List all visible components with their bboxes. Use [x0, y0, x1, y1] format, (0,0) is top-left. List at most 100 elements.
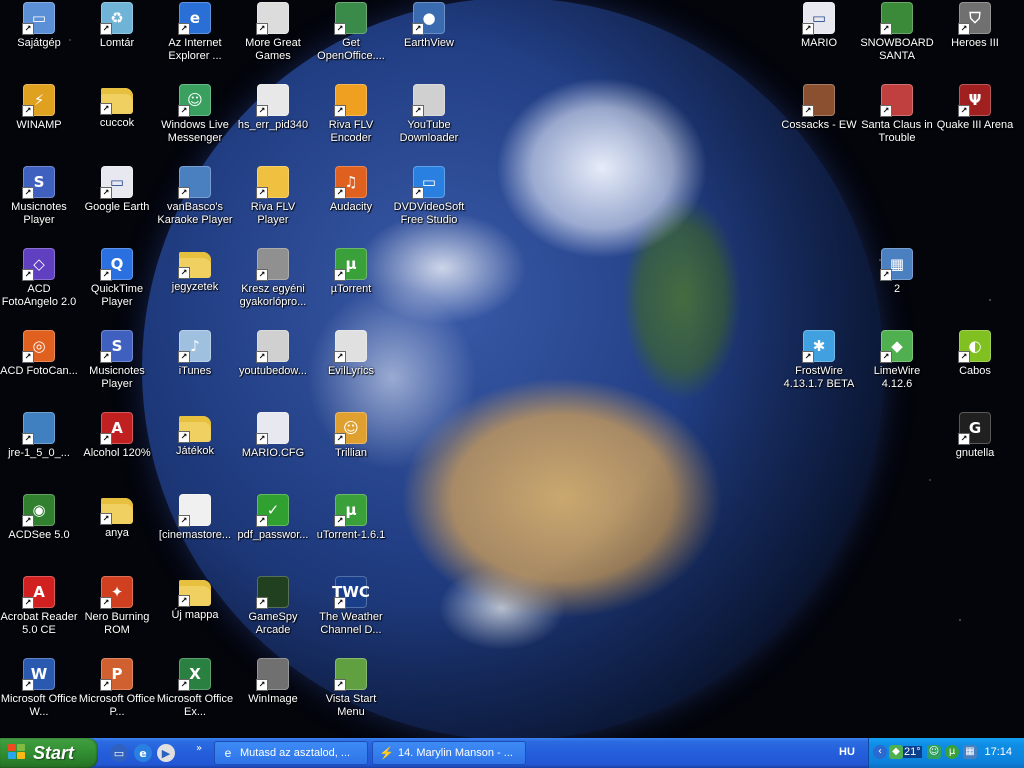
desktop-icon[interactable]: ↗ SNOWBOARD SANTA	[858, 2, 936, 63]
desktop-icon[interactable]: µ ↗ uTorrent-1.6.1	[312, 494, 390, 542]
clock[interactable]: 17:14	[984, 746, 1012, 758]
desktop-icon[interactable]: ☺ ↗ Trillian	[312, 412, 390, 460]
desktop-icon[interactable]: ▭ ↗ Sajátgép	[0, 2, 78, 50]
shortcut-arrow-icon: ↗	[412, 23, 424, 35]
desktop[interactable]: ▭ ↗ Sajátgép ♻ ↗ Lomtár e ↗ Az Internet Explorer…	[0, 0, 1024, 738]
desktop-icon[interactable]: ↗ jre-1_5_0_...	[0, 412, 78, 460]
desktop-icon[interactable]: ▭ ↗ DVDVideoSoft Free Studio	[390, 166, 468, 227]
desktop-icon[interactable]: ⚡ ↗ WINAMP	[0, 84, 78, 132]
media-player-icon[interactable]: ▶	[157, 744, 175, 762]
desktop-icon[interactable]: ↗ hs_err_pid340	[234, 84, 312, 132]
desktop-icon[interactable]: ↗ Riva FLV Encoder	[312, 84, 390, 145]
desktop-icon[interactable]: e ↗ Az Internet Explorer ...	[156, 2, 234, 63]
gamespy-icon: ↗	[256, 576, 289, 609]
desktop-icon[interactable]: Ψ ↗ Quake III Arena	[936, 84, 1014, 132]
desktop-icon[interactable]: Q ↗ QuickTime Player	[78, 248, 156, 309]
desktop-icon[interactable]: TWC ↗ The Weather Channel D...	[312, 576, 390, 637]
quick-launch-more-button[interactable]: »	[196, 743, 202, 754]
desktop-icon[interactable]: A ↗ Acrobat Reader 5.0 CE	[0, 576, 78, 637]
desktop-icon[interactable]: ↗ jegyzetek	[156, 248, 234, 294]
desktop-icon[interactable]: ↗ Santa Claus in Trouble	[858, 84, 936, 145]
shortcut-arrow-icon: ↗	[178, 679, 190, 691]
program-icon: ↗	[256, 248, 289, 281]
language-indicator[interactable]: HU	[839, 746, 855, 758]
desktop-icon-label: EvilLyrics	[327, 365, 375, 377]
shortcut-arrow-icon: ↗	[22, 23, 34, 35]
internet-explorer-icon[interactable]: e	[134, 744, 152, 762]
desktop-icon[interactable]: G ↗ gnutella	[936, 412, 1014, 460]
desktop-icon[interactable]: ◉ ↗ ACDSee 5.0	[0, 494, 78, 542]
messenger-tray-icon[interactable]: ☺	[927, 745, 941, 759]
desktop-icon[interactable]: ↗ cuccok	[78, 84, 156, 130]
desktop-icon[interactable]: ↗ WinImage	[234, 658, 312, 706]
desktop-icon[interactable]: ⛉ ↗ Heroes III	[936, 2, 1014, 50]
desktop-icon[interactable]: ↗ Kresz egyéni gyakorlópro...	[234, 248, 312, 309]
shortcut-arrow-icon: ↗	[100, 433, 112, 445]
shortcut-arrow-icon: ↗	[334, 187, 346, 199]
desktop-icon[interactable]: ▦ ↗ 2	[858, 248, 936, 296]
task-internet-explorer[interactable]: e Mutasd az asztalod, ...	[214, 741, 368, 765]
desktop-icon[interactable]: ✦ ↗ Nero Burning ROM	[78, 576, 156, 637]
desktop-icon[interactable]: µ ↗ µTorrent	[312, 248, 390, 296]
desktop-icon[interactable]: ↗ GameSpy Arcade	[234, 576, 312, 637]
task-winamp[interactable]: ⚡ 14. Marylin Manson - ...	[372, 741, 526, 765]
start-button[interactable]: Start	[0, 738, 98, 768]
desktop-icon-label: Google Earth	[84, 201, 150, 213]
desktop-icon-label: Quake III Arena	[936, 119, 1014, 131]
desktop-icon[interactable]: ↗ Cossacks - EW	[780, 84, 858, 132]
desktop-icon[interactable]: ↗ vanBasco's Karaoke Player	[156, 166, 234, 227]
player-icon: ↗	[256, 166, 289, 199]
desktop-icon[interactable]: ◇ ↗ ACD FotoAngelo 2.0	[0, 248, 78, 309]
desktop-icon[interactable]: ◎ ↗ ACD FotoCan...	[0, 330, 78, 378]
desktop-icon-label: Kresz egyéni gyakorlópro...	[239, 283, 307, 308]
desktop-icon-label: Vista Start Menu	[325, 693, 377, 718]
desktop-icon[interactable]: A ↗ Alcohol 120%	[78, 412, 156, 460]
desktop-icon[interactable]: ▭ ↗ MARIO	[780, 2, 858, 50]
desktop-icon[interactable]: ▭ ↗ Google Earth	[78, 166, 156, 214]
desktop-icon[interactable]: ✱ ↗ FrostWire 4.13.1.7 BETA	[780, 330, 858, 391]
folder-icon: ↗	[100, 498, 133, 525]
desktop-icon[interactable]: ◆ ↗ LimeWire 4.12.6	[858, 330, 936, 391]
desktop-icon[interactable]: ♪ ↗ iTunes	[156, 330, 234, 378]
utorrent-tray-icon[interactable]: µ	[945, 745, 959, 759]
shortcut-arrow-icon: ↗	[256, 679, 268, 691]
shortcut-arrow-icon: ↗	[334, 597, 346, 609]
desktop-icon[interactable]: ↗ [cinemastore...	[156, 494, 234, 542]
chevron-left-icon[interactable]: ‹	[873, 745, 887, 759]
shortcut-arrow-icon: ↗	[334, 433, 346, 445]
desktop-icon[interactable]: ↗ EvilLyrics	[312, 330, 390, 378]
shortcut-arrow-icon: ↗	[802, 23, 814, 35]
desktop-icon[interactable]: ↗ Get OpenOffice....	[312, 2, 390, 63]
powerpoint-icon: P ↗	[100, 658, 133, 691]
weather-channel-icon: TWC ↗	[332, 576, 370, 609]
desktop-icon[interactable]: ✓ ↗ pdf_passwor...	[234, 494, 312, 542]
shortcut-arrow-icon: ↗	[100, 513, 112, 525]
desktop-icon[interactable]: S ↗ Musicnotes Player	[0, 166, 78, 227]
weather-temperature[interactable]: 21°	[903, 746, 922, 758]
desktop-icon[interactable]: P ↗ Microsoft Office P...	[78, 658, 156, 719]
desktop-icon[interactable]: ↗ Vista Start Menu	[312, 658, 390, 719]
desktop-icon[interactable]: ↗ More Great Games	[234, 2, 312, 63]
desktop-icon[interactable]: ♻ ↗ Lomtár	[78, 2, 156, 50]
desktop-icon[interactable]: ↗ Új mappa	[156, 576, 234, 622]
desktop-icon[interactable]: ● ↗ EarthView	[390, 2, 468, 50]
network-tray-icon[interactable]: ▦	[963, 745, 977, 759]
desktop-icon[interactable]: ↗ Riva FLV Player	[234, 166, 312, 227]
desktop-icon[interactable]: S ↗ Musicnotes Player	[78, 330, 156, 391]
shortcut-arrow-icon: ↗	[22, 269, 34, 281]
desktop-icon[interactable]: ♫ ↗ Audacity	[312, 166, 390, 214]
desktop-icon[interactable]: ◐ ↗ Cabos	[936, 330, 1014, 378]
desktop-icon[interactable]: ☺ ↗ Windows Live Messenger	[156, 84, 234, 145]
word-icon: W ↗	[22, 658, 55, 691]
desktop-icon[interactable]: W ↗ Microsoft Office W...	[0, 658, 78, 719]
desktop-icon[interactable]: ↗ youtubedow...	[234, 330, 312, 378]
desktop-icon[interactable]: ↗ anya	[78, 494, 156, 540]
desktop-icon[interactable]: X ↗ Microsoft Office Ex...	[156, 658, 234, 719]
desktop-icon[interactable]: ↗ MARIO.CFG	[234, 412, 312, 460]
shortcut-arrow-icon: ↗	[100, 103, 112, 115]
show-desktop-icon[interactable]: ▭	[110, 744, 128, 762]
desktop-icon[interactable]: ↗ YouTube Downloader	[390, 84, 468, 145]
desktop-icon[interactable]: ↗ Játékok	[156, 412, 234, 458]
desktop-icon-label: gnutella	[955, 447, 995, 459]
limewire-tray-icon[interactable]: ◆	[889, 745, 903, 759]
